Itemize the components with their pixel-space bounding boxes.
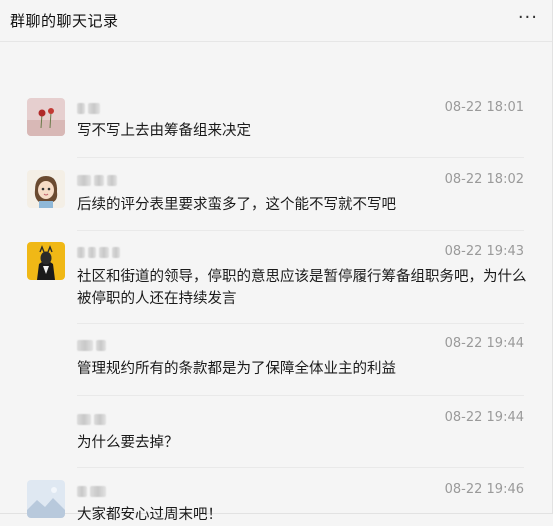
divider (77, 467, 524, 468)
sender-name-blurred (77, 339, 106, 351)
avatar[interactable] (27, 480, 65, 518)
message-text: 写不写上去由筹备组来决定 (77, 123, 251, 139)
window-title: 群聊的聊天记录 (10, 12, 119, 30)
message-timestamp: 08-22 18:02 (444, 172, 524, 187)
divider (77, 323, 524, 324)
sender-name-blurred (77, 174, 117, 186)
sender-name-blurred (77, 246, 120, 258)
sender-name-blurred (77, 102, 100, 114)
message-timestamp: 08-22 19:43 (444, 244, 524, 259)
sender-name-blurred (77, 413, 106, 425)
message-text: 大家都安心过周末吧！ (77, 507, 222, 523)
message-timestamp: 08-22 19:44 (444, 410, 524, 425)
avatar[interactable] (27, 242, 65, 280)
avatar[interactable] (27, 98, 65, 136)
sender-name-blurred (77, 485, 106, 497)
message-timestamp: 08-22 18:01 (444, 100, 524, 115)
message-timestamp: 08-22 19:46 (444, 482, 524, 497)
message-text: 后续的评分表里要求蛮多了，这个能不写就不写吧 (77, 197, 396, 213)
avatar[interactable] (27, 170, 65, 208)
title-bar: 群聊的聊天记录 ··· (0, 0, 552, 42)
more-options-icon[interactable]: ··· (518, 8, 538, 27)
divider (77, 157, 524, 158)
divider (77, 230, 524, 231)
message-text: 管理规约所有的条款都是为了保障全体业主的利益 (77, 361, 396, 377)
divider (77, 395, 524, 396)
chat-history-window: 群聊的聊天记录 ··· 08-22 18:01 写不写上去由筹备组来决定 08-… (0, 0, 553, 523)
message-text: 社区和街道的领导，停职的意思应该是暂停履行筹备组职务吧，为什么被停职的人还在持续… (77, 269, 527, 307)
message-timestamp: 08-22 19:44 (444, 336, 524, 351)
message-text: 为什么要去掉？ (77, 435, 179, 451)
